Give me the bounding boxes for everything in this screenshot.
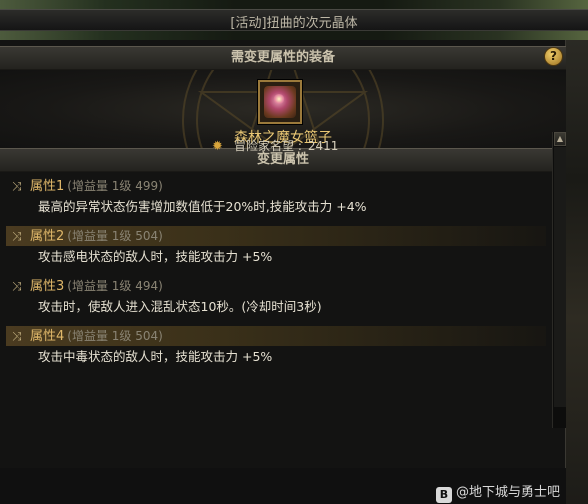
attribute-meta: (增益量 1级 504) bbox=[67, 229, 163, 243]
attribute-scrollbar[interactable]: ▲ bbox=[552, 132, 566, 428]
equip-section-title: 需变更属性的装备 bbox=[230, 50, 335, 65]
tieba-logo-icon: B bbox=[436, 487, 452, 503]
attribute-header: ⤨ 属性2 (增益量 1级 504) bbox=[6, 226, 546, 246]
help-button[interactable]: ? bbox=[544, 47, 563, 66]
attribute-header: ⤨ 属性1 (增益量 1级 499) bbox=[6, 176, 546, 196]
shuffle-icon: ⤨ bbox=[12, 229, 22, 243]
window-title: [活动]扭曲的次元晶体 bbox=[230, 16, 358, 31]
shuffle-icon: ⤨ bbox=[12, 179, 22, 193]
fame-emblem-icon: ✹ bbox=[212, 139, 223, 154]
attribute-meta: (增益量 1级 494) bbox=[67, 279, 163, 293]
scroll-track[interactable] bbox=[554, 147, 566, 407]
attribute-name: 属性3 bbox=[30, 279, 65, 294]
fame-label: 冒险家名望 : bbox=[234, 139, 302, 153]
attribute-row-2[interactable]: ⤨ 属性2 (增益量 1级 504) 攻击感电状态的敌人时，技能攻击力 +5% bbox=[6, 226, 546, 268]
attribute-row-4[interactable]: ⤨ 属性4 (增益量 1级 504) 攻击中毒状态的敌人时，技能攻击力 +5% bbox=[6, 326, 546, 368]
shuffle-icon: ⤨ bbox=[12, 279, 22, 293]
attribute-description: 攻击中毒状态的敌人时，技能攻击力 +5% bbox=[38, 349, 273, 364]
window-titlebar[interactable]: [活动]扭曲的次元晶体 bbox=[0, 9, 588, 31]
attribute-name: 属性1 bbox=[30, 179, 65, 194]
attribute-header: ⤨ 属性3 (增益量 1级 494) bbox=[6, 276, 546, 296]
attribute-description: 攻击时，使敌人进入混乱状态10秒。(冷却时间3秒) bbox=[38, 299, 322, 314]
attribute-row-1[interactable]: ⤨ 属性1 (增益量 1级 499) 最高的异常状态伤害增加数值低于20%时,技能攻… bbox=[6, 176, 546, 218]
attribute-list: ✹ 冒险家名望 : 2411 ⤨ 属性1 (增益量 1级 499) 最高的异常状态伤害增… bbox=[0, 132, 550, 428]
scroll-up-button[interactable]: ▲ bbox=[554, 132, 566, 146]
fame-value: 2411 bbox=[307, 139, 339, 153]
shuffle-icon: ⤨ bbox=[12, 329, 22, 343]
attribute-meta: (增益量 1级 499) bbox=[67, 179, 163, 193]
attribute-name: 属性4 bbox=[30, 329, 65, 344]
witch-basket-icon bbox=[264, 86, 296, 118]
adventurer-fame: ✹ 冒险家名望 : 2411 bbox=[212, 137, 338, 154]
equipment-slot[interactable] bbox=[258, 80, 302, 124]
equip-section-header: 需变更属性的装备 bbox=[0, 46, 566, 70]
watermark: B @地下城与勇士吧 bbox=[436, 481, 560, 503]
watermark-text: @地下城与勇士吧 bbox=[456, 485, 561, 500]
attribute-description: 攻击感电状态的敌人时，技能攻击力 +5% bbox=[38, 249, 273, 264]
attribute-name: 属性2 bbox=[30, 229, 65, 244]
attribute-meta: (增益量 1级 504) bbox=[67, 329, 163, 343]
game-background-right bbox=[566, 40, 588, 504]
attribute-row-3[interactable]: ⤨ 属性3 (增益量 1级 494) 攻击时，使敌人进入混乱状态10秒。(冷却时间3… bbox=[6, 276, 546, 318]
attribute-description: 最高的异常状态伤害增加数值低于20%时,技能攻击力 +4% bbox=[38, 199, 367, 214]
attribute-header: ⤨ 属性4 (增益量 1级 504) bbox=[6, 326, 546, 346]
